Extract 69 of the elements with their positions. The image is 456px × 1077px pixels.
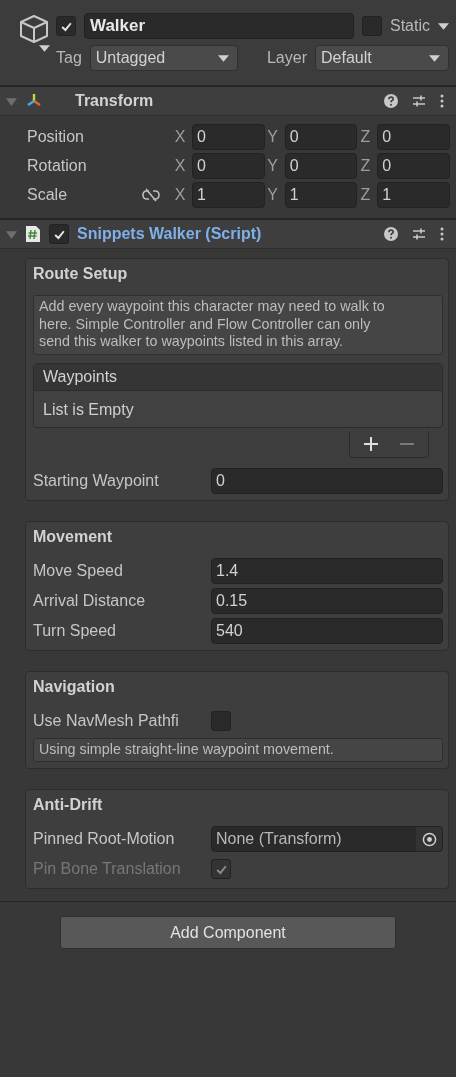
add-component-button[interactable]: Add Component: [60, 916, 396, 949]
tag-dropdown[interactable]: Untagged: [89, 45, 238, 71]
number-field[interactable]: 0: [377, 153, 450, 179]
number-field[interactable]: 0: [284, 124, 358, 150]
number-field[interactable]: 1: [377, 182, 450, 208]
caret-icon: [217, 54, 229, 62]
number-field[interactable]: 0: [377, 124, 450, 150]
number-field[interactable]: 0: [211, 467, 443, 494]
number-field[interactable]: 540: [211, 617, 443, 644]
section-title: Anti-Drift: [33, 796, 104, 814]
add-item-button[interactable]: [364, 436, 378, 451]
axis-label: X: [173, 186, 187, 204]
script-file-icon: [25, 225, 41, 243]
field-label: Move Speed: [33, 561, 124, 580]
help-icon[interactable]: [384, 94, 398, 108]
target-icon[interactable]: [421, 831, 437, 847]
cube-icon[interactable]: [18, 13, 50, 45]
tag-label: Tag: [56, 49, 82, 67]
axis-label: X: [173, 128, 187, 146]
sliders-icon[interactable]: [412, 227, 426, 241]
enabled-checkbox[interactable]: [49, 224, 69, 244]
help-text: Add every waypoint this character may need to walk to here. Simple Controller and Flow Controller can only send this walker to waypoints listed in this array.: [33, 295, 443, 355]
number-field[interactable]: 0: [192, 153, 265, 179]
toggle-checkbox[interactable]: [211, 710, 231, 731]
number-field[interactable]: 1: [284, 182, 358, 208]
axis-label: Z: [359, 186, 372, 204]
number-field[interactable]: 1.4: [211, 557, 443, 584]
empty-list-text: List is Empty: [42, 399, 135, 420]
axis-label: X: [173, 157, 187, 175]
axis-label: Z: [359, 128, 372, 146]
minus-icon: [400, 442, 414, 445]
section-title: Navigation: [33, 677, 116, 696]
static-label: Static: [390, 17, 430, 35]
help-text: Using simple straight-line waypoint movement.: [33, 737, 443, 762]
unlinked-chain-icon[interactable]: [142, 188, 160, 202]
kebab-menu-icon[interactable]: [440, 227, 444, 241]
number-field[interactable]: 0: [284, 153, 358, 179]
axis-label: Y: [266, 157, 279, 175]
row-label: Scale: [27, 186, 69, 204]
number-field[interactable]: 0: [192, 124, 265, 150]
axis-label: Y: [266, 186, 279, 204]
row-label: Rotation: [27, 157, 88, 175]
sliders-icon[interactable]: [412, 94, 426, 108]
number-field[interactable]: 0.15: [211, 587, 443, 614]
kebab-menu-icon[interactable]: [440, 94, 444, 108]
axis-label: Y: [266, 128, 279, 146]
field-label: Pinned Root-Motion: [33, 830, 176, 848]
field-label: Starting Waypoint: [33, 471, 160, 490]
active-checkbox[interactable]: [56, 16, 76, 36]
row-label: Position: [27, 128, 85, 146]
layer-label: Layer: [266, 49, 307, 67]
static-dropdown-icon: [438, 22, 449, 30]
list-header[interactable]: Waypoints: [34, 363, 442, 391]
name-field[interactable]: Walker: [84, 13, 354, 39]
field-label: Arrival Distance: [33, 591, 147, 610]
section-title: Route Setup: [33, 265, 129, 283]
caret-icon: [429, 54, 440, 62]
axis-label: Z: [359, 157, 372, 175]
plus-icon: [364, 436, 378, 451]
toggle-label: Use NavMesh Pathfi: [33, 711, 180, 730]
static-checkbox[interactable]: [362, 16, 382, 36]
section-title: Movement: [33, 527, 114, 546]
dropdown-caret-icon: [39, 45, 50, 52]
help-icon[interactable]: [384, 227, 398, 241]
toggle-label: Pin Bone Translation: [33, 860, 182, 878]
layer-dropdown[interactable]: Default: [315, 45, 449, 71]
number-field[interactable]: 1: [192, 182, 265, 208]
object-field[interactable]: None (Transform): [211, 826, 443, 852]
field-label: Turn Speed: [33, 621, 117, 640]
